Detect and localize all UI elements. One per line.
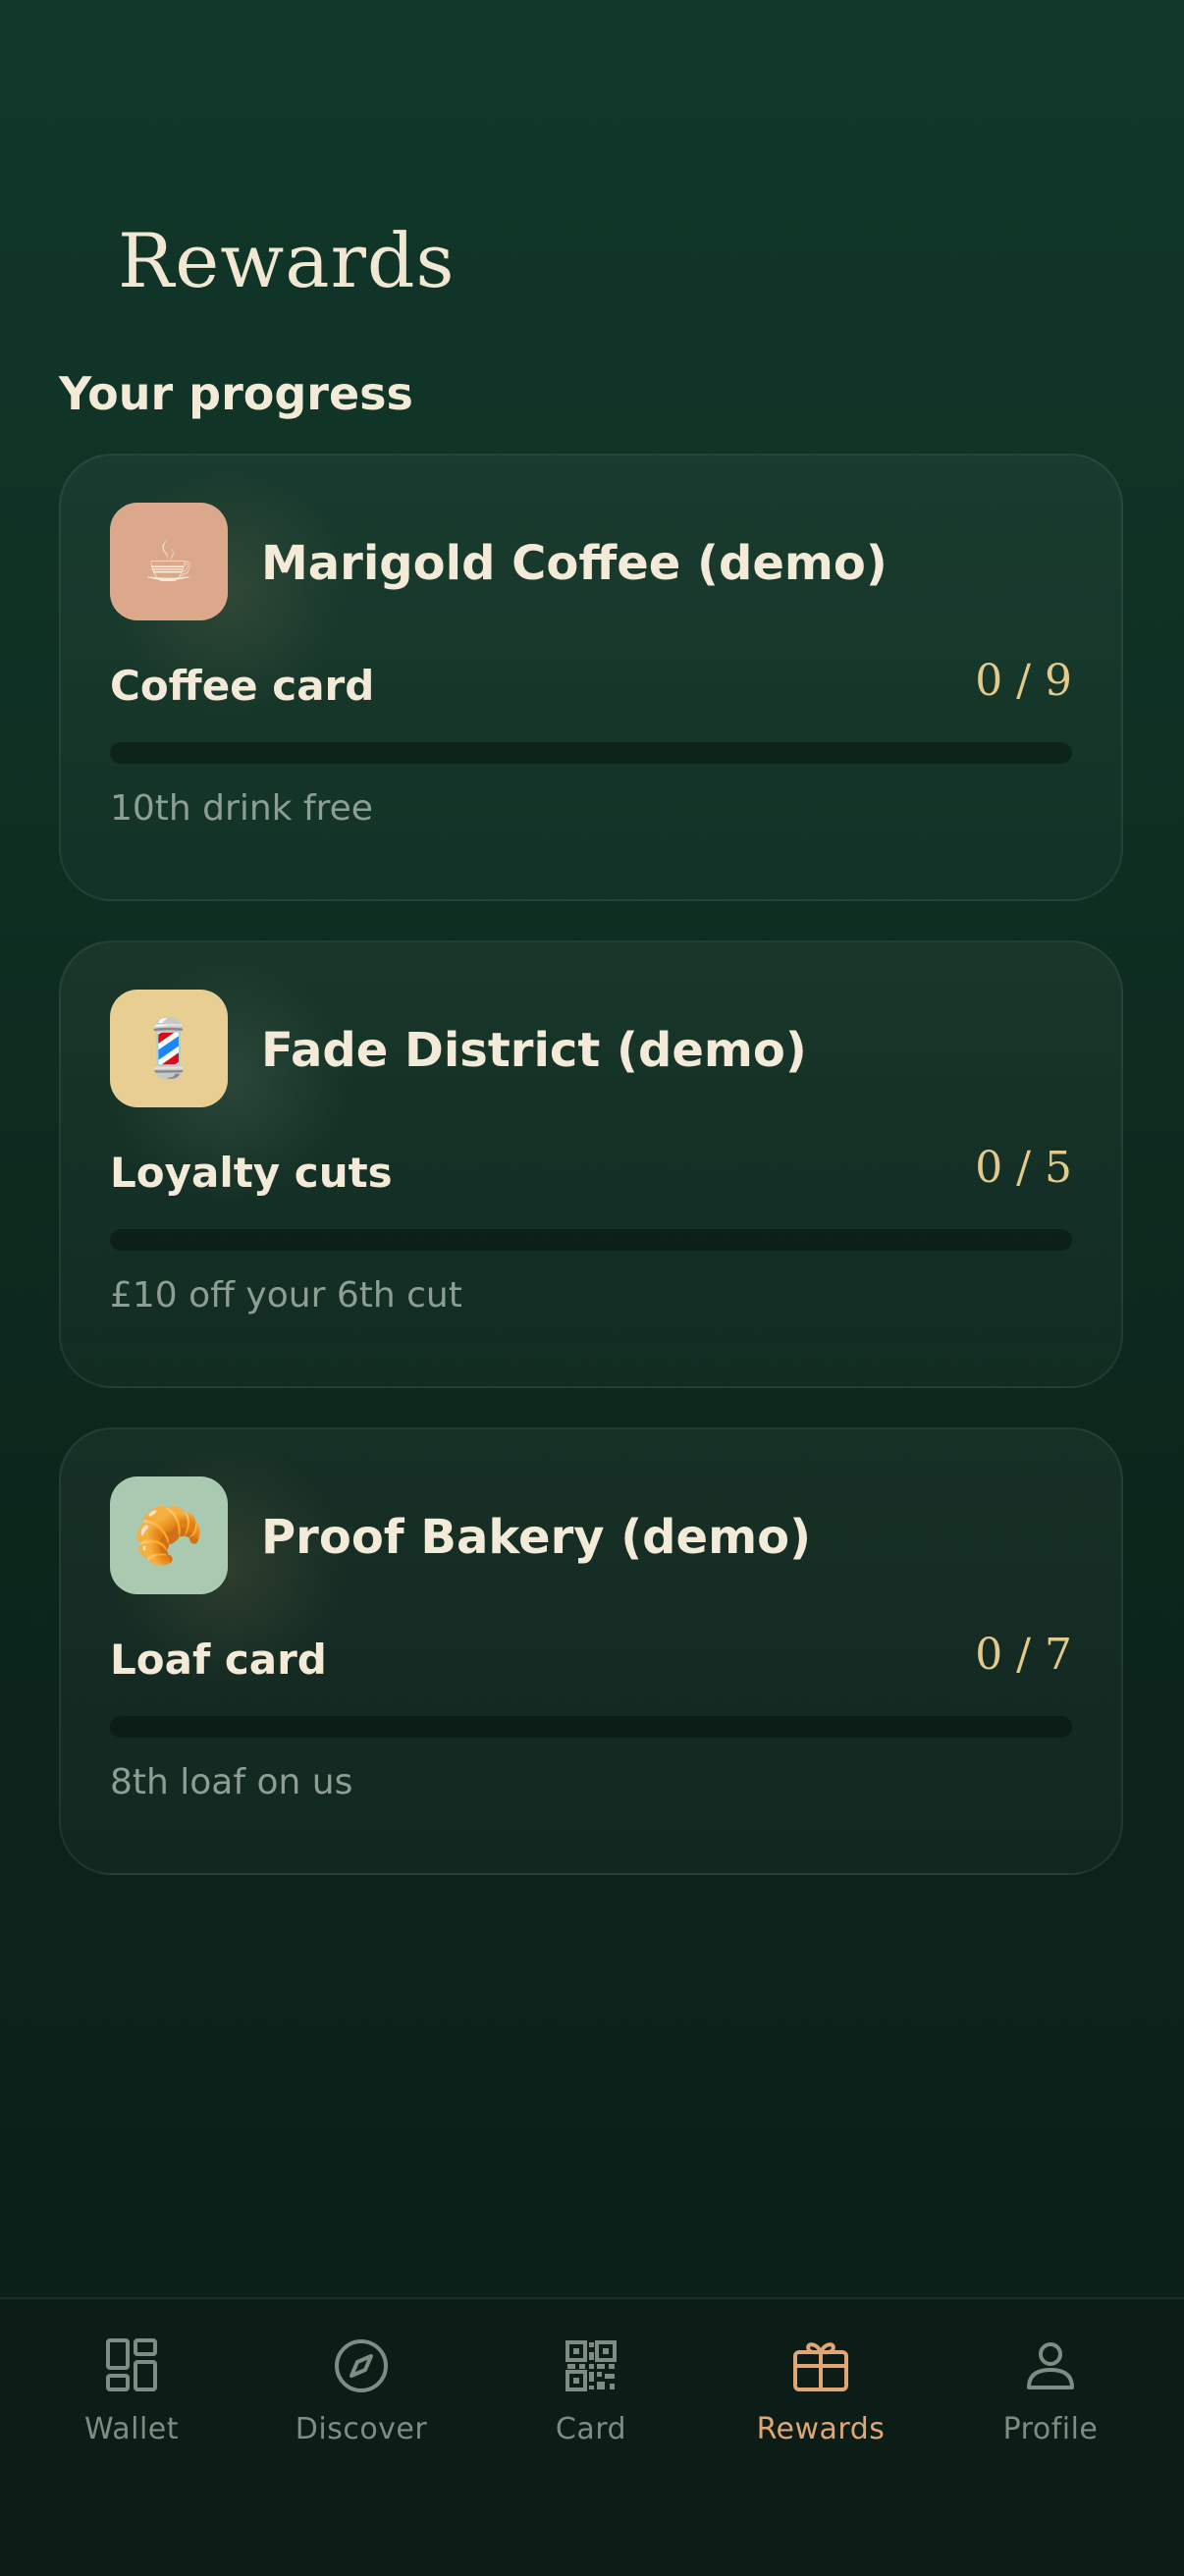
tab-label: Discover: [295, 2412, 428, 2446]
tab-label: Card: [555, 2412, 627, 2446]
program-name: Coffee card: [110, 662, 375, 710]
barber-pole-icon: 💈: [133, 1015, 205, 1082]
tab-profile[interactable]: Profile: [952, 2334, 1149, 2444]
tab-discover[interactable]: Discover: [263, 2334, 459, 2444]
wallet-grid-icon: [106, 2338, 157, 2391]
coffee-cup-icon: ☕: [143, 528, 194, 595]
croissant-icon: 🥐: [133, 1502, 205, 1569]
user-icon: [1027, 2342, 1074, 2389]
status-bar: [864, 2, 1021, 35]
reward-card-marigold-coffee[interactable]: ☕ Marigold Coffee (demo) Coffee card 0 /…: [59, 454, 1123, 901]
reward-description: 10th drink free: [110, 788, 373, 829]
section-title: Your progress: [59, 367, 413, 420]
tab-label: Profile: [1002, 2412, 1099, 2446]
progress-bar: [110, 1716, 1072, 1738]
merchant-name: Fade District (demo): [261, 1023, 807, 1078]
merchant-logo: 💈: [110, 990, 228, 1107]
program-name: Loyalty cuts: [110, 1149, 393, 1197]
tab-label: Wallet: [83, 2412, 180, 2446]
progress-count: 0 / 5: [975, 1143, 1072, 1193]
tab-rewards[interactable]: Rewards: [723, 2334, 919, 2444]
progress-bar: [110, 742, 1072, 764]
merchant-name: Marigold Coffee (demo): [261, 536, 888, 591]
reward-card-fade-district[interactable]: 💈 Fade District (demo) Loyalty cuts 0 / …: [59, 940, 1123, 1388]
compass-icon: [335, 2339, 388, 2392]
reward-description: 8th loaf on us: [110, 1762, 353, 1802]
bottom-tab-bar: Wallet Discover Card Rewards Profile: [0, 2297, 1184, 2576]
progress-count: 0 / 7: [975, 1630, 1072, 1680]
reward-card-proof-bakery[interactable]: 🥐 Proof Bakery (demo) Loaf card 0 / 7 8t…: [59, 1427, 1123, 1875]
merchant-name: Proof Bakery (demo): [261, 1510, 812, 1565]
program-name: Loaf card: [110, 1636, 327, 1684]
progress-bar: [110, 1229, 1072, 1251]
qr-code-icon: [565, 2340, 617, 2391]
reward-description: £10 off your 6th cut: [110, 1275, 462, 1315]
merchant-logo: 🥐: [110, 1476, 228, 1594]
merchant-logo: ☕: [110, 503, 228, 620]
tab-wallet[interactable]: Wallet: [33, 2334, 230, 2444]
gift-icon: [793, 2342, 848, 2391]
page-title: Rewards: [118, 217, 456, 304]
tab-label: Rewards: [756, 2412, 886, 2446]
tab-card[interactable]: Card: [493, 2334, 689, 2444]
progress-count: 0 / 9: [975, 656, 1072, 706]
